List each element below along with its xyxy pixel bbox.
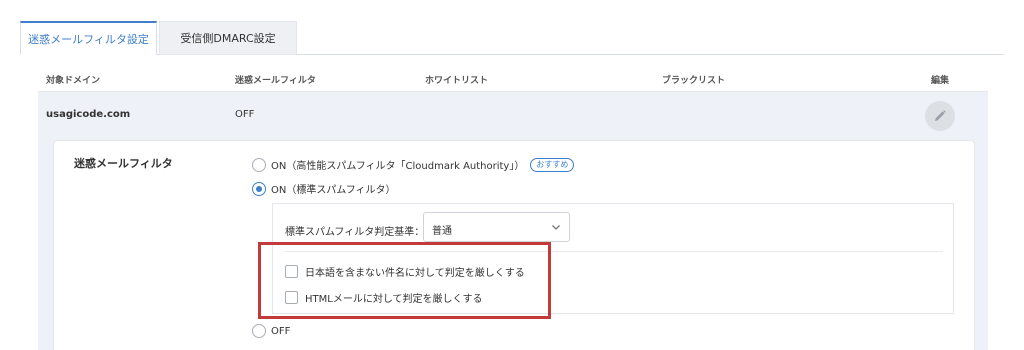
header-domain: 対象ドメイン — [46, 76, 101, 86]
option-off[interactable]: OFF — [252, 324, 290, 338]
radio-cloudmark[interactable] — [252, 157, 266, 172]
header-whitelist: ホワイトリスト — [425, 76, 489, 86]
tab-bar: 迷惑メールフィルタ設定 受信側DMARC設定 — [20, 21, 1004, 55]
header-spam-filter: 迷惑メールフィルタ — [235, 76, 316, 86]
row-spam-filter-status: OFF — [235, 109, 255, 120]
panel-label: 迷惑メールフィルタ — [74, 157, 173, 170]
tab-dmarc-settings[interactable]: 受信側DMARC設定 — [159, 21, 297, 55]
filter-level-value: 普通 — [432, 226, 452, 237]
option-off-label: OFF — [271, 325, 291, 337]
header-edit: 編集 — [931, 76, 950, 86]
table-header: 対象ドメイン 迷惑メールフィルタ ホワイトリスト ブラックリスト 編集 — [38, 64, 988, 92]
pencil-icon — [935, 110, 946, 121]
recommended-badge: おすすめ — [530, 157, 575, 172]
table-row: usagicode.com OFF — [38, 92, 988, 140]
highlight-box — [258, 242, 551, 319]
filter-level-select[interactable]: 普通 — [423, 212, 570, 242]
filter-level-label: 標準スパムフィルタ判定基準： — [285, 227, 425, 238]
option-standard-label: ON（標準スパムフィルタ） — [271, 185, 396, 196]
option-cloudmark-label: ON（高性能スパムフィルタ「Cloudmark Authority」） — [271, 161, 525, 172]
edit-button[interactable] — [925, 101, 955, 131]
chevron-down-icon — [552, 225, 560, 230]
radio-standard[interactable] — [252, 181, 266, 196]
option-standard[interactable]: ON（標準スパムフィルタ） — [252, 181, 396, 196]
domain-table: 対象ドメイン 迷惑メールフィルタ ホワイトリスト ブラックリスト 編集 usag… — [38, 64, 988, 140]
header-blacklist: ブラックリスト — [662, 76, 726, 86]
radio-off[interactable] — [252, 324, 266, 338]
row-domain: usagicode.com — [46, 109, 131, 120]
option-cloudmark[interactable]: ON（高性能スパムフィルタ「Cloudmark Authority」） おすすめ — [252, 157, 575, 172]
tab-spam-filter-settings[interactable]: 迷惑メールフィルタ設定 — [20, 21, 157, 55]
